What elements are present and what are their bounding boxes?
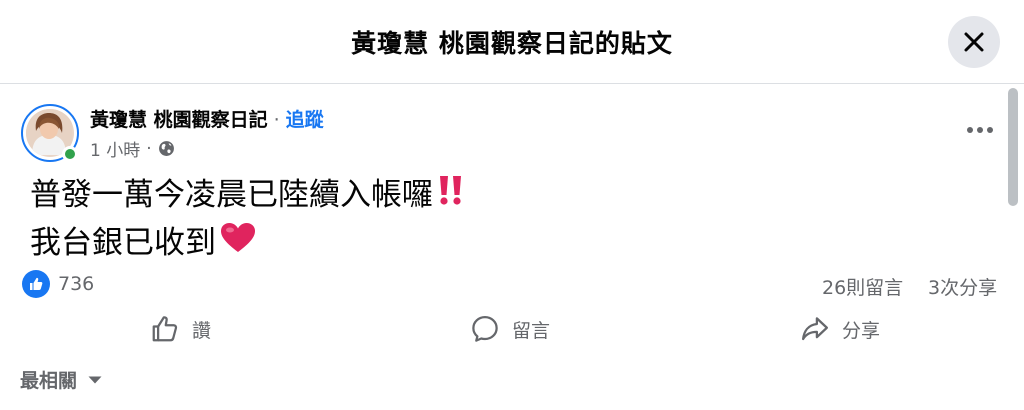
separator: · <box>273 109 280 131</box>
scrollbar-thumb[interactable] <box>1008 88 1018 206</box>
post-meta: 1 小時 · <box>90 136 175 161</box>
share-count-link[interactable]: 3次分享 <box>928 273 997 300</box>
share-arrow-icon <box>802 317 828 341</box>
dialog-header: 黃瓊慧 桃園觀察日記的貼文 <box>0 0 1024 84</box>
more-options-button[interactable] <box>958 114 1002 146</box>
caret-down-icon <box>88 376 102 383</box>
comment-button[interactable]: 留言 <box>470 310 550 348</box>
post-text-line: 普發一萬今凌晨已陸續入帳囉 <box>30 172 465 220</box>
comment-count-link[interactable]: 26則留言 <box>822 273 903 300</box>
post-body: 普發一萬今凌晨已陸續入帳囉 我台銀已收到 <box>30 172 465 268</box>
post-text-line: 我台銀已收到 <box>30 220 465 268</box>
red-heart-emoji <box>220 221 256 268</box>
comment-icon <box>472 316 498 342</box>
more-options-icon <box>987 127 993 133</box>
reaction-count[interactable]: 736 <box>58 273 94 295</box>
globe-icon <box>158 141 174 156</box>
post-author-line: 黃瓊慧 桃園觀察日記 · 追蹤 <box>90 105 324 132</box>
author-name-link[interactable]: 黃瓊慧 桃園觀察日記 <box>90 109 268 131</box>
share-button[interactable]: 分享 <box>800 310 880 348</box>
close-button[interactable] <box>948 16 1000 68</box>
comment-button-label: 留言 <box>512 319 551 342</box>
post-text-line-2: 我台銀已收到 <box>30 225 216 261</box>
more-options-icon <box>977 127 983 133</box>
like-button-label: 讚 <box>192 319 212 342</box>
share-button-label: 分享 <box>842 319 881 342</box>
thumbs-up-icon <box>152 316 178 342</box>
close-icon <box>964 32 984 52</box>
dialog-title: 黃瓊慧 桃園觀察日記的貼文 <box>351 29 673 58</box>
comments-sort-dropdown[interactable]: 最相關 <box>20 366 103 393</box>
online-status-dot <box>62 146 78 162</box>
like-reaction-icon[interactable] <box>22 270 50 298</box>
comments-sort-label: 最相關 <box>20 370 78 392</box>
post-text-line-1: 普發一萬今凌晨已陸續入帳囉 <box>30 177 433 213</box>
more-options-icon <box>967 127 973 133</box>
like-button[interactable]: 讚 <box>150 310 211 348</box>
double-exclamation-emoji <box>437 173 465 220</box>
follow-button[interactable]: 追蹤 <box>286 109 324 131</box>
post-time-link[interactable]: 1 小時 <box>90 136 140 161</box>
separator: · <box>146 138 152 159</box>
